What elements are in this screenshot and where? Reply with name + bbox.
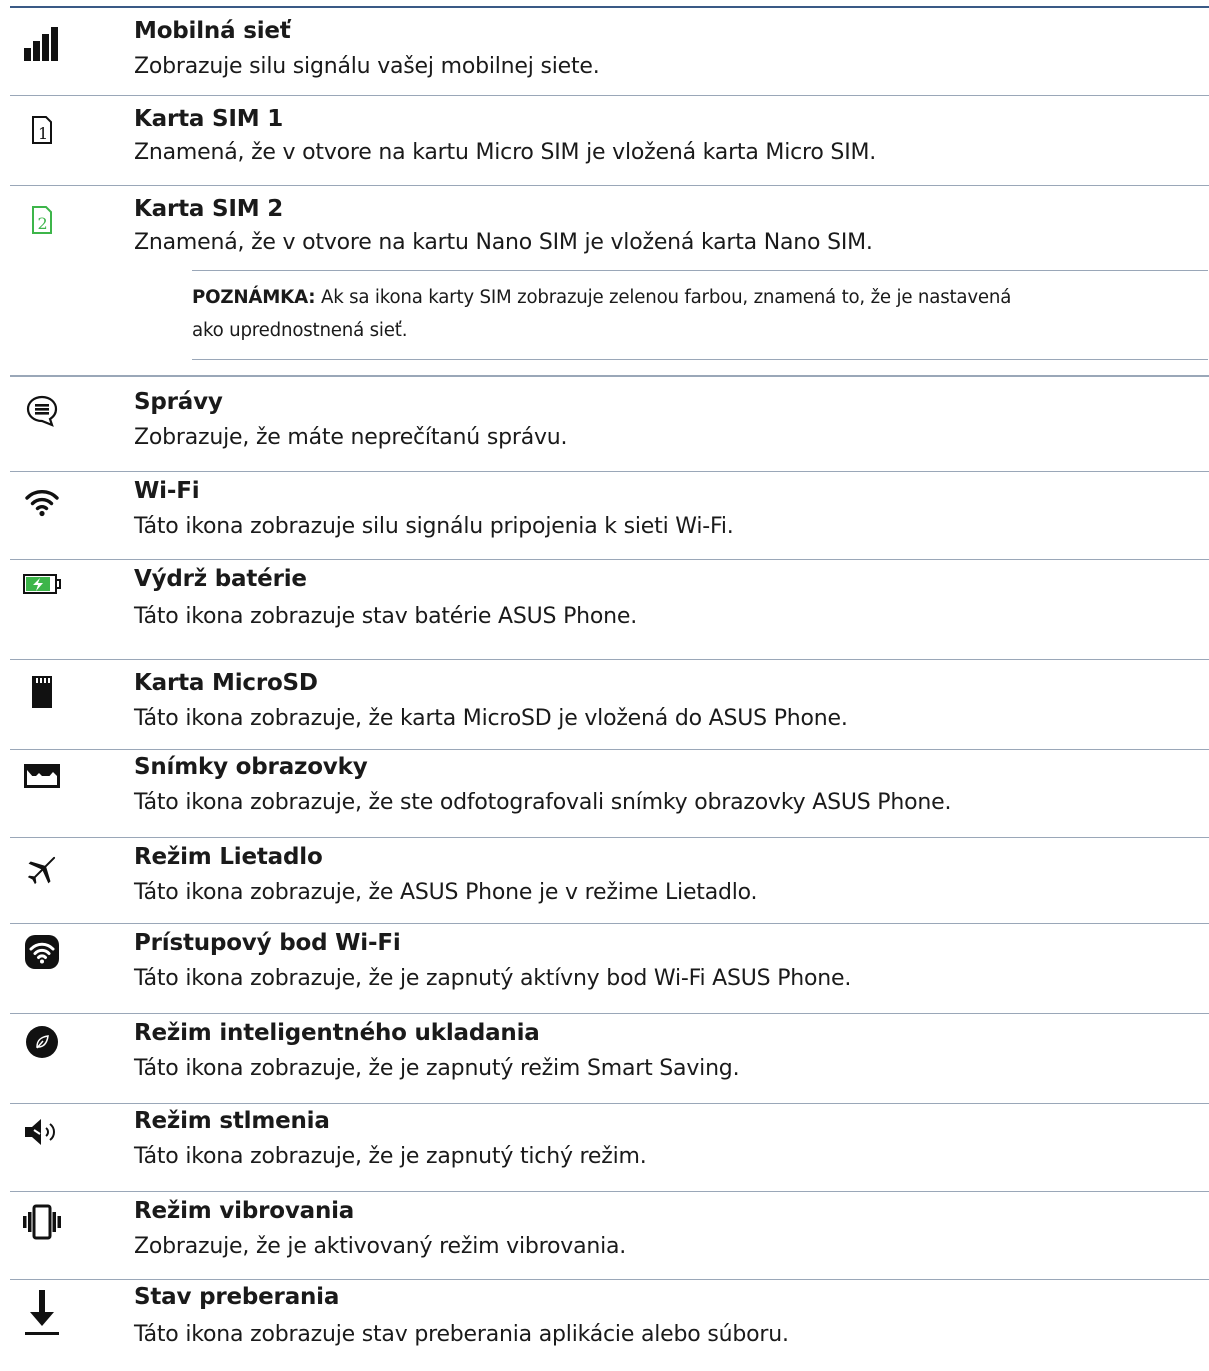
note-text-1: Ak sa ikona karty SIM zobrazuje zelenou … [320, 287, 1012, 308]
vibrate-icon [16, 1202, 68, 1242]
list-item: Režim vibrovania Zobrazuje, že je aktivo… [10, 1192, 1209, 1280]
list-item: Výdrž batérie Táto ikona zobrazuje stav … [10, 560, 1209, 660]
download-icon [16, 1288, 68, 1340]
list-item: Stav preberania Táto ikona zobrazuje sta… [10, 1280, 1209, 1371]
item-title: Režim Lietadlo [134, 844, 323, 870]
item-description: Táto ikona zobrazuje, že je zapnutý reži… [134, 1056, 740, 1081]
item-title: Mobilná sieť [134, 18, 291, 44]
item-title: Režim vibrovania [134, 1198, 355, 1224]
item-title: Stav preberania [134, 1284, 340, 1310]
item-description: Táto ikona zobrazuje stav preberania apl… [134, 1322, 789, 1347]
item-title: Wi-Fi [134, 478, 200, 504]
item-description: Táto ikona zobrazuje, že ASUS Phone je v… [134, 880, 758, 905]
item-description: Táto ikona zobrazuje stav batérie ASUS P… [134, 604, 638, 629]
item-description: Táto ikona zobrazuje, že je zapnutý aktí… [134, 966, 852, 991]
list-item: Mobilná sieť Zobrazuje silu signálu vaše… [10, 8, 1209, 96]
wifi-icon [16, 482, 68, 522]
item-description: Táto ikona zobrazuje, že je zapnutý tich… [134, 1144, 647, 1169]
signal-bars-icon [16, 24, 68, 64]
list-item: Režim stlmenia Táto ikona zobrazuje, že … [10, 1104, 1209, 1192]
airplane-icon [16, 850, 68, 890]
item-title: Karta MicroSD [134, 670, 318, 696]
list-item: Prístupový bod Wi-Fi Táto ikona zobrazuj… [10, 924, 1209, 1014]
item-title: Karta SIM 1 [134, 106, 284, 132]
list-item: Wi-Fi Táto ikona zobrazuje silu signálu … [10, 472, 1209, 560]
message-icon [16, 391, 68, 431]
item-title: Správy [134, 389, 223, 415]
battery-charging-icon [16, 564, 68, 604]
list-item: Režim inteligentného ukladania Táto ikon… [10, 1014, 1209, 1104]
sim1-number: 1 [38, 124, 48, 143]
item-description: Znamená, že v otvore na kartu Nano SIM j… [134, 230, 873, 255]
note-text-2: ako uprednostnená sieť. [192, 320, 408, 341]
list-item: Snímky obrazovky Táto ikona zobrazuje, ž… [10, 750, 1209, 838]
icon-list-page: Mobilná sieť Zobrazuje silu signálu vaše… [0, 0, 1209, 1371]
list-item: 2 Karta SIM 2 Znamená, že v otvore na ka… [10, 186, 1209, 376]
list-item: 1 Karta SIM 1 Znamená, že v otvore na ka… [10, 96, 1209, 186]
item-title: Snímky obrazovky [134, 754, 368, 780]
list-item: Karta MicroSD Táto ikona zobrazuje, že k… [10, 660, 1209, 750]
item-description: Táto ikona zobrazuje, že karta MicroSD j… [134, 706, 848, 731]
mute-icon [16, 1112, 68, 1152]
item-title: Prístupový bod Wi-Fi [134, 930, 401, 956]
item-title: Karta SIM 2 [134, 196, 284, 222]
item-description: Táto ikona zobrazuje silu signálu pripoj… [134, 514, 734, 539]
note-box: POZNÁMKA: Ak sa ikona karty SIM zobrazuj… [192, 270, 1208, 360]
item-title: Režim inteligentného ukladania [134, 1020, 540, 1046]
item-description: Zobrazuje silu signálu vašej mobilnej si… [134, 54, 600, 79]
screenshot-icon [16, 756, 68, 796]
list-item: Režim Lietadlo Táto ikona zobrazuje, že … [10, 838, 1209, 924]
item-description: Zobrazuje, že je aktivovaný režim vibrov… [134, 1234, 627, 1259]
sim1-icon: 1 [16, 110, 68, 150]
hotspot-icon [16, 932, 68, 972]
item-description: Zobrazuje, že máte neprečítanú správu. [134, 425, 568, 450]
note-label: POZNÁMKA: [192, 287, 316, 308]
smart-saving-icon [16, 1022, 68, 1062]
item-title: Výdrž batérie [134, 566, 307, 592]
sim2-icon: 2 [16, 200, 68, 240]
item-title: Režim stlmenia [134, 1108, 330, 1134]
microsd-icon [16, 672, 68, 712]
item-description: Znamená, že v otvore na kartu Micro SIM … [134, 140, 877, 165]
note-line-1: POZNÁMKA: Ak sa ikona karty SIM zobrazuj… [192, 281, 1208, 314]
item-description: Táto ikona zobrazuje, že ste odfotografo… [134, 790, 952, 815]
list-item: Správy Zobrazuje, že máte neprečítanú sp… [10, 376, 1209, 472]
sim2-number: 2 [38, 214, 48, 233]
